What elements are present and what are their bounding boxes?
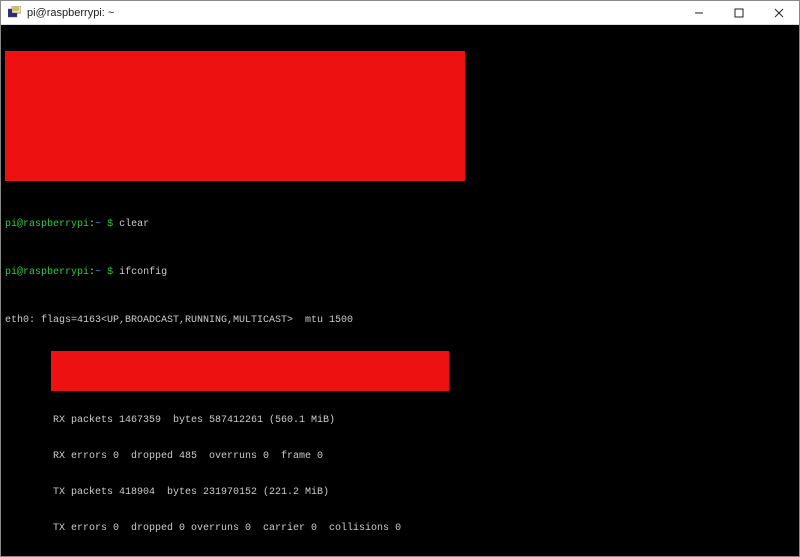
ifconfig-line: TX packets 418904 bytes 231970152 (221.2…	[5, 487, 795, 499]
titlebar[interactable]: pi@raspberrypi: ~	[1, 1, 799, 25]
prompt-path: ~	[95, 267, 101, 278]
prompt-dollar: $	[107, 219, 113, 230]
ifconfig-line: RX errors 0 dropped 485 overruns 0 frame…	[5, 451, 795, 463]
window-controls	[679, 1, 799, 24]
redacted-block	[51, 351, 449, 391]
ifconfig-line: TX errors 0 dropped 0 overruns 0 carrier…	[5, 523, 795, 535]
terminal[interactable]: pi@raspberrypi:~ $ clear pi@raspberrypi:…	[1, 25, 799, 556]
prompt-dollar: $	[107, 267, 113, 278]
close-button[interactable]	[759, 1, 799, 24]
minimize-button[interactable]	[679, 1, 719, 24]
prompt-line: pi@raspberrypi:~ $ ifconfig	[5, 267, 795, 279]
maximize-button[interactable]	[719, 1, 759, 24]
prompt-user: pi@raspberrypi	[5, 219, 89, 230]
prompt-path: ~	[95, 219, 101, 230]
redacted-block	[5, 51, 465, 181]
putty-icon	[7, 6, 21, 20]
ifconfig-eth0-header: eth0: flags=4163<UP,BROADCAST,RUNNING,MU…	[5, 315, 795, 327]
command: clear	[119, 219, 149, 230]
ifconfig-line: RX packets 1467359 bytes 587412261 (560.…	[5, 415, 795, 427]
command: ifconfig	[119, 267, 167, 278]
prompt-user: pi@raspberrypi	[5, 267, 89, 278]
window-title: pi@raspberrypi: ~	[27, 7, 679, 19]
prompt-line: pi@raspberrypi:~ $ clear	[5, 219, 795, 231]
putty-window: pi@raspberrypi: ~ pi@raspberrypi:~ $ cle…	[0, 0, 800, 557]
